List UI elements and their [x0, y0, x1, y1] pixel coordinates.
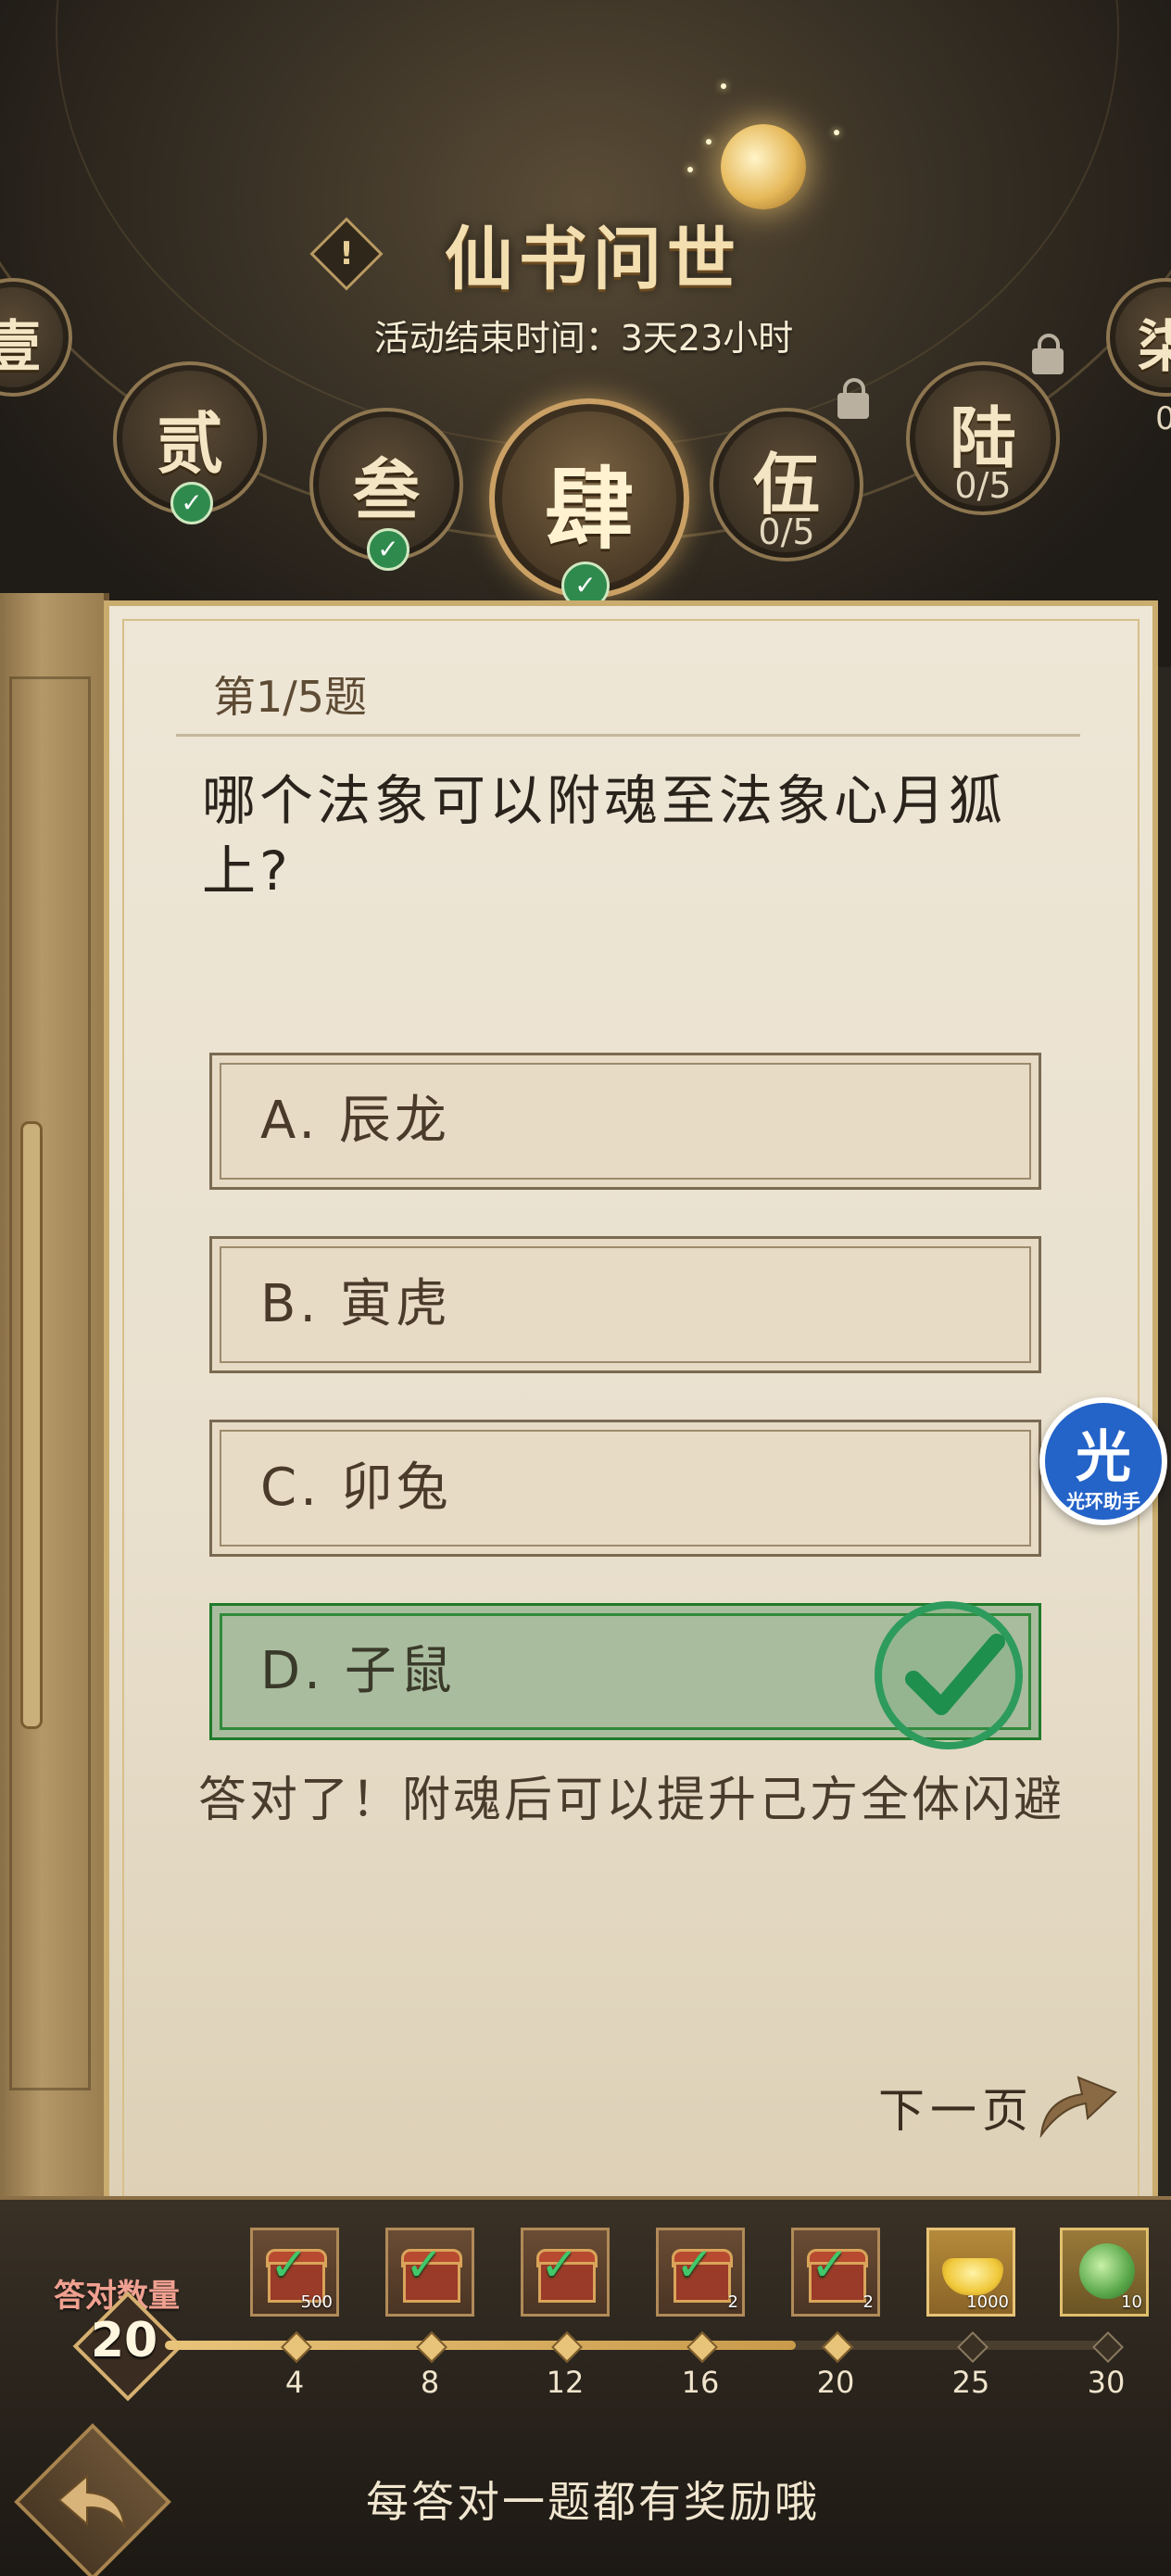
reward-item[interactable]: ✓ 2 — [656, 2228, 745, 2317]
assistant-float-button[interactable]: 光 光环助手 — [1039, 1397, 1167, 1525]
reward-tip-text: 每答对一题都有奖励哦 — [366, 2477, 820, 2527]
feedback-text: 答对了！附魂后可以提升己方全体闪避 — [198, 1773, 1065, 1828]
milestone-label: 30 — [1087, 2365, 1126, 2400]
next-page-button[interactable]: 下一页 — [878, 2074, 1034, 2140]
reward-quantity: 500 — [300, 2292, 333, 2312]
question-text: 哪个法象可以附魂至法象心月狐上? — [202, 769, 1007, 903]
option-c-button[interactable]: C. 卯兔 — [209, 1420, 1041, 1557]
reward-item[interactable]: 10 — [1060, 2228, 1149, 2317]
reward-quantity: 2 — [727, 2292, 738, 2312]
check-icon: ✓ — [367, 528, 409, 571]
tab-chapter-6[interactable]: 陆 0/5 — [906, 361, 1060, 515]
lock-icon — [1032, 334, 1064, 374]
reward-quantity: 2 — [863, 2292, 874, 2312]
milestone-label: 20 — [816, 2365, 855, 2400]
deadline-text: 活动结束时间：3天23小时 — [373, 318, 794, 359]
arrow-up-right-icon[interactable] — [1036, 2066, 1119, 2140]
lock-icon — [837, 378, 869, 419]
sparkle-icon — [834, 130, 839, 135]
sparkle-icon — [706, 139, 711, 145]
tab-chapter-5[interactable]: 伍 0/5 — [710, 408, 863, 562]
back-arrow-icon[interactable] — [56, 2469, 130, 2533]
sparkle-icon — [721, 83, 726, 89]
page-title: 仙书问世 — [445, 220, 741, 299]
milestone-label: 12 — [546, 2365, 585, 2400]
option-label: D. 子鼠 — [260, 1641, 456, 1701]
milestone-label: 8 — [420, 2365, 440, 2400]
option-label: B. 寅虎 — [260, 1274, 452, 1334]
reward-item[interactable]: ✓ — [521, 2228, 610, 2317]
option-label: A. 辰龙 — [260, 1091, 450, 1151]
reward-quantity: 1000 — [966, 2292, 1009, 2312]
option-label: C. 卯兔 — [260, 1458, 452, 1518]
divider — [176, 734, 1080, 737]
question-number: 第1/5题 — [213, 672, 368, 722]
milestone-label: 16 — [681, 2365, 720, 2400]
reward-item[interactable]: ✓ 500 — [250, 2228, 339, 2317]
scrollbar[interactable] — [20, 1121, 43, 1729]
option-a-button[interactable]: A. 辰龙 — [209, 1053, 1041, 1190]
milestone-label: 4 — [284, 2365, 305, 2400]
correct-check-icon — [875, 1601, 1023, 1749]
check-icon: ✓ — [170, 482, 213, 524]
reward-item[interactable]: 1000 — [926, 2228, 1015, 2317]
option-b-button[interactable]: B. 寅虎 — [209, 1236, 1041, 1373]
reward-quantity: 10 — [1121, 2292, 1142, 2312]
reward-item[interactable]: ✓ 2 — [791, 2228, 880, 2317]
milestone-label: 25 — [951, 2365, 990, 2400]
correct-count: 20 — [90, 2313, 158, 2368]
sparkle-icon — [687, 167, 693, 172]
reward-item[interactable]: ✓ — [385, 2228, 474, 2317]
moon-orb-icon — [721, 124, 806, 209]
side-scroll-panel — [0, 593, 109, 2196]
